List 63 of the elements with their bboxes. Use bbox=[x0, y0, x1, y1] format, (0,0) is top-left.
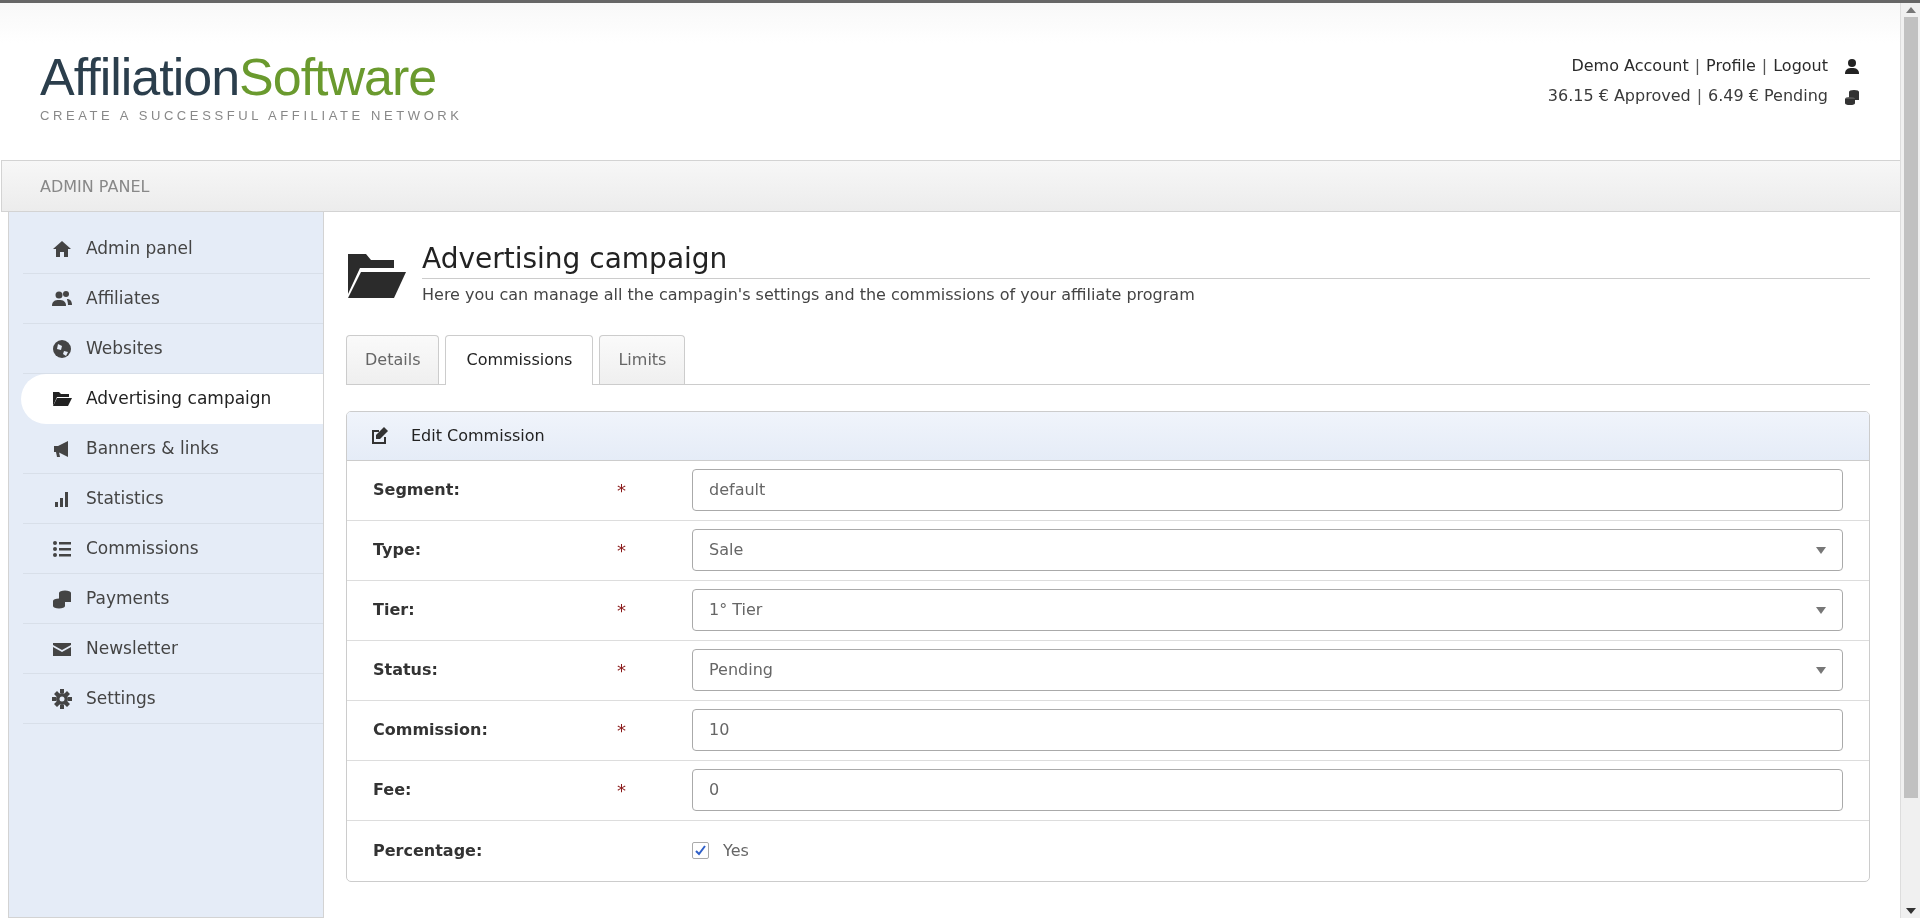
caret-icon bbox=[1816, 606, 1826, 614]
checkbox-label: Yes bbox=[723, 839, 749, 862]
page-subtitle: Here you can manage all the campagin's settings and the commissions of your affiliate program bbox=[422, 283, 1196, 306]
required-asterisk: * bbox=[617, 479, 626, 501]
field-label: Type: bbox=[372, 539, 423, 562]
balance-text: 6.49 € Pending bbox=[1708, 85, 1828, 108]
tab[interactable]: Limits bbox=[599, 334, 686, 384]
input-field[interactable]: default bbox=[692, 469, 1843, 512]
scrollbar-thumb[interactable] bbox=[1903, 17, 1918, 798]
sidebar-item[interactable]: Settings bbox=[23, 674, 323, 724]
logo-tagline: CREATE A SUCCESSFUL AFFILIATE NETWORK bbox=[40, 107, 463, 125]
required-asterisk: * bbox=[617, 779, 626, 801]
scroll-down-icon[interactable] bbox=[1905, 908, 1916, 914]
select-field[interactable]: Sale bbox=[692, 529, 1843, 572]
sidebar-item[interactable]: Newsletter bbox=[23, 624, 323, 674]
required-asterisk: * bbox=[617, 599, 626, 621]
panel-title: ADMIN PANEL bbox=[40, 177, 150, 196]
caret-icon bbox=[1816, 546, 1826, 554]
required-asterisk: * bbox=[617, 539, 626, 561]
folder-icon bbox=[52, 389, 72, 409]
sidebar-item[interactable]: Advertising campaign bbox=[21, 374, 323, 424]
required-asterisk: * bbox=[617, 719, 626, 741]
separator: | bbox=[1761, 55, 1768, 77]
account-link[interactable]: Logout bbox=[1773, 51, 1828, 82]
logo-wordmark: AffiliationSoftware bbox=[40, 51, 438, 103]
coins-icon bbox=[1844, 88, 1860, 105]
caret-icon bbox=[1816, 666, 1826, 674]
field-label: Tier: bbox=[372, 599, 416, 622]
input-field[interactable]: 10 bbox=[692, 709, 1843, 752]
sidebar-item[interactable]: Payments bbox=[23, 574, 323, 624]
checkbox[interactable] bbox=[692, 842, 709, 860]
sidebar-item[interactable]: Affiliates bbox=[23, 274, 323, 324]
field-label: Segment: bbox=[372, 479, 461, 502]
globe-icon bbox=[52, 338, 72, 359]
separator: | bbox=[1694, 55, 1701, 77]
balance-text: 36.15 € Approved bbox=[1547, 85, 1691, 108]
sidebar-item[interactable]: Commissions bbox=[23, 524, 323, 574]
select-field[interactable]: 1° Tier bbox=[692, 589, 1843, 632]
separator: | bbox=[1696, 85, 1703, 108]
card-title: Edit Commission bbox=[411, 424, 545, 447]
coins-icon bbox=[52, 588, 72, 609]
edit-icon bbox=[369, 425, 389, 446]
select-field[interactable]: Pending bbox=[692, 649, 1843, 692]
account-link[interactable]: Profile bbox=[1706, 51, 1756, 82]
list-icon bbox=[52, 538, 72, 559]
user-icon bbox=[1844, 58, 1860, 75]
field-label: Fee: bbox=[372, 779, 413, 802]
tab[interactable]: Details bbox=[346, 334, 440, 384]
sidebar-item[interactable]: Banners & links bbox=[23, 424, 323, 474]
field-label: Percentage: bbox=[372, 839, 484, 862]
sidebar-item[interactable]: Admin panel bbox=[23, 224, 323, 274]
page-title: Advertising campaign bbox=[422, 242, 1870, 279]
field-label: Commission: bbox=[372, 719, 489, 742]
gear-icon bbox=[52, 688, 72, 709]
sidebar-item[interactable]: Statistics bbox=[23, 474, 323, 524]
required-asterisk: * bbox=[617, 659, 626, 681]
field-label: Status: bbox=[372, 659, 439, 682]
tab[interactable]: Commissions bbox=[445, 334, 594, 385]
users-icon bbox=[52, 288, 72, 309]
account-link[interactable]: Demo Account bbox=[1571, 51, 1689, 82]
scroll-up-icon[interactable] bbox=[1905, 7, 1916, 13]
input-field[interactable]: 0 bbox=[692, 769, 1843, 812]
home-icon bbox=[52, 238, 72, 259]
